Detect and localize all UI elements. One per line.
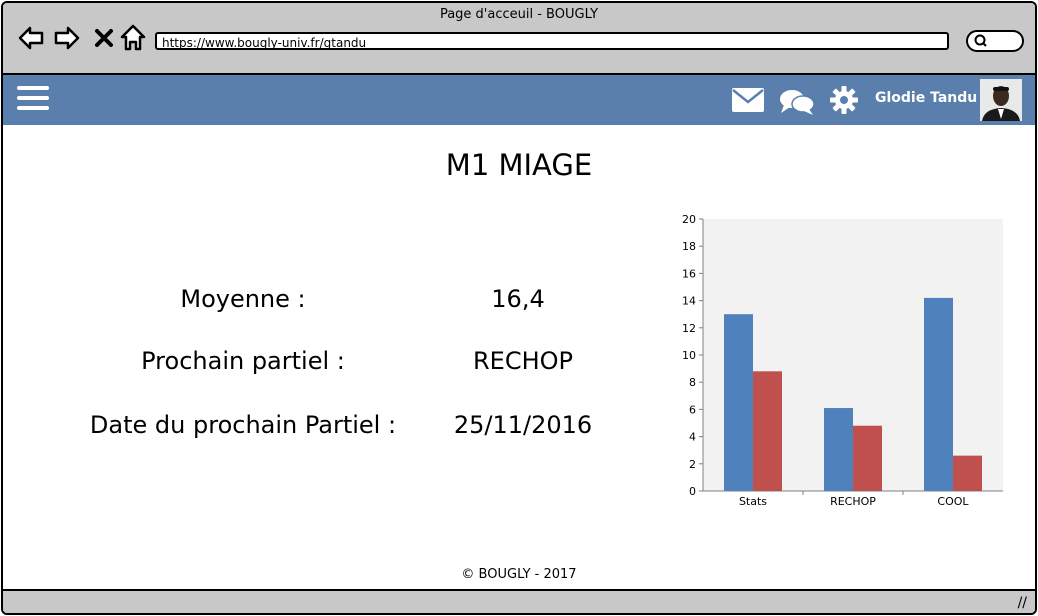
x-tick-label: RECHOP: [830, 495, 876, 508]
grades-bar-chart: 0 2 4 6 8 10 12 14 16 18 20 Stats RECHOP COOL: [682, 213, 1003, 508]
settings-gear-icon[interactable]: [829, 85, 859, 115]
bar: [753, 371, 782, 491]
page-title: M1 MIAGE: [445, 148, 593, 182]
user-avatar[interactable]: [980, 79, 1022, 121]
mail-icon[interactable]: [731, 87, 765, 113]
x-tick-label: Stats: [739, 495, 767, 508]
user-photo-icon: [980, 79, 1022, 121]
forward-icon[interactable]: [53, 23, 81, 53]
bar: [953, 455, 982, 491]
bar: [924, 297, 953, 491]
hamburger-menu-button[interactable]: [17, 86, 49, 114]
chat-icon[interactable]: [779, 88, 815, 116]
average-label: Moyenne :: [180, 285, 306, 313]
y-tick-label: 18: [682, 240, 696, 253]
browser-chrome: Page d'acceuil - BOUGLY https://www.boug…: [3, 3, 1035, 75]
next-exam-value: RECHOP: [472, 347, 573, 375]
next-exam-date-value: 25/11/2016: [453, 411, 593, 439]
y-tick-label: 6: [689, 403, 696, 416]
y-tick-label: 20: [682, 213, 696, 226]
url-bar[interactable]: https://www.bougly-univ.fr/gtandu: [155, 32, 949, 50]
y-tick-label: 4: [689, 431, 696, 444]
y-tick-label: 2: [689, 458, 696, 471]
user-name[interactable]: Glodie Tandu: [875, 90, 977, 106]
search-icon: [974, 34, 987, 47]
y-tick-label: 0: [689, 485, 696, 498]
y-tick-label: 10: [682, 349, 696, 362]
x-tick-label: COOL: [937, 495, 969, 508]
status-bar: //: [3, 589, 1035, 613]
bar: [824, 408, 853, 491]
y-tick-label: 8: [689, 376, 696, 389]
y-tick-label: 12: [682, 322, 696, 335]
next-exam-label: Prochain partiel :: [141, 347, 345, 375]
home-icon[interactable]: [119, 23, 147, 53]
y-tick-label: 16: [682, 267, 696, 280]
window-title: Page d'acceuil - BOUGLY: [439, 7, 599, 22]
average-value: 16,4: [491, 285, 545, 313]
stop-icon[interactable]: [91, 23, 119, 53]
app-header: Glodie Tandu: [3, 75, 1035, 125]
bar: [853, 425, 882, 491]
browser-window: Page d'acceuil - BOUGLY https://www.boug…: [1, 1, 1037, 615]
footer-copyright: © BOUGLY - 2017: [461, 567, 577, 582]
bar: [724, 314, 753, 491]
back-icon[interactable]: [17, 23, 45, 53]
resize-handle-icon[interactable]: //: [1018, 595, 1027, 611]
next-exam-date-label: Date du prochain Partiel :: [89, 411, 397, 439]
browser-search-button[interactable]: [966, 30, 1024, 52]
y-tick-label: 14: [682, 295, 696, 308]
